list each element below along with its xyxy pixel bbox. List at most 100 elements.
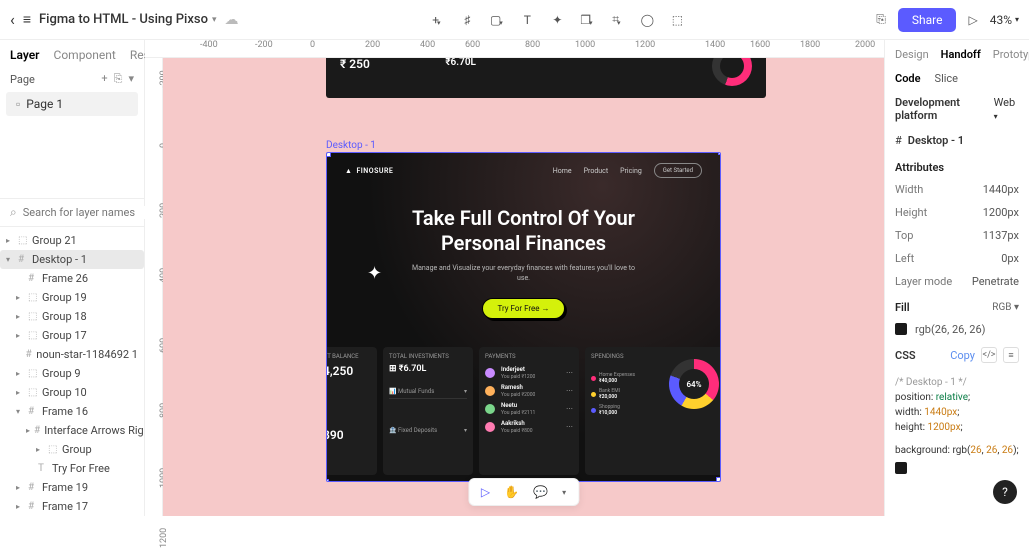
tab-layer[interactable]: Layer [10, 48, 40, 62]
css-header: CSS [895, 349, 916, 362]
page-item-label: Page 1 [26, 97, 63, 111]
fill-swatch[interactable] [895, 323, 907, 335]
layer-item[interactable]: ▸⬚Group 21 [0, 231, 144, 250]
try-free-button: Try For Free → [482, 298, 564, 319]
cloud-sync-icon[interactable]: ☁ [225, 12, 239, 28]
dev-platform-label: Development platform [895, 96, 994, 122]
payment-row: InderjeetYou paid ₹1200⋯ [485, 364, 573, 382]
frame-tool-icon[interactable]: ♯ [459, 12, 475, 28]
top-balance-val: ₹ 250 [340, 58, 395, 71]
card-spendings: SPENDINGS Home Expenses₹40,000Bank EMI₹2… [585, 347, 721, 475]
search-input[interactable] [23, 206, 163, 219]
page-header-label: Page [10, 73, 35, 86]
dashboard-cards: NT BALANCE 4,250 890 TOTAL INVESTMENTS ⊞… [327, 341, 720, 481]
floating-toolbar: ▷ ✋ 💬 ▾ [468, 478, 579, 506]
page-icon: ▫ [16, 97, 20, 111]
component-tool-icon[interactable]: ✦ [549, 12, 565, 28]
rectangle-tool-icon[interactable]: ▢▾ [489, 12, 505, 28]
tab-prototype[interactable]: Prototype [993, 48, 1029, 61]
play-icon[interactable]: ▷ [968, 13, 977, 27]
share-button[interactable]: Share [898, 8, 957, 32]
fill-mode-dropdown[interactable]: RGB ▾ [992, 302, 1019, 313]
payment-row: NeetuYou paid ₹2111⋯ [485, 400, 573, 418]
attribute-row: Layer modePenetrate [885, 270, 1029, 293]
back-icon[interactable]: ‹ [10, 10, 15, 29]
text-tool-icon[interactable]: T [519, 12, 535, 28]
site-nav: ▲ FINOSURE HomeProductPricingGet Started [327, 153, 720, 188]
layer-item[interactable]: ▸⬚Group 18 [0, 307, 144, 326]
site-logo: ▲ FINOSURE [345, 167, 393, 175]
more-tools-icon[interactable]: ▾ [562, 488, 566, 497]
css-code: /* Desktop - 1 */ position: relative; wi… [885, 369, 1029, 485]
menu-icon[interactable]: ≡ [23, 11, 31, 28]
copy-button[interactable]: Copy [950, 349, 975, 362]
page-item[interactable]: ▫ Page 1 [6, 92, 138, 116]
artboard-selected[interactable]: ▲ FINOSURE HomeProductPricingGet Started… [326, 152, 721, 482]
cursor-tool-icon[interactable]: ▷ [481, 485, 490, 499]
attributes-header: Attributes [885, 153, 1029, 178]
layer-item[interactable]: #Frame 26 [0, 269, 144, 288]
card-investments: TOTAL INVESTMENTS ⊞ ₹6.70L 📊 Mutual Fund… [383, 347, 473, 475]
subtab-code[interactable]: Code [895, 72, 921, 85]
css-swatch [895, 462, 907, 474]
ruler-horizontal: -400-20002004006008001000120014001600180… [145, 40, 884, 58]
crop-tool-icon[interactable]: ⬚ [669, 12, 685, 28]
zoom-dropdown[interactable]: 43%▾ [990, 13, 1019, 27]
ruler-vertical: -200020040060080010001200 [145, 58, 163, 516]
layer-search: ⌕ ⇅ [0, 198, 144, 227]
attribute-row: Height1200px [885, 201, 1029, 224]
frame-icon: # [895, 134, 902, 147]
resize-handle[interactable] [718, 152, 721, 155]
tab-handoff[interactable]: Handoff [941, 48, 981, 61]
dev-platform-dropdown[interactable]: Web ▾ [994, 96, 1019, 122]
add-tool-icon[interactable]: +▾ [429, 12, 445, 28]
ellipse-tool-icon[interactable]: ◯ [639, 12, 655, 28]
attribute-row: Top1137px [885, 224, 1029, 247]
list-view-icon[interactable]: ≡ [1003, 347, 1019, 363]
nav-link: Home [553, 167, 572, 175]
subtab-slice[interactable]: Slice [935, 72, 958, 85]
spending-row: Shopping₹10,000 [591, 402, 661, 418]
layer-item[interactable]: ▸⬚Group 17 [0, 326, 144, 345]
top-toolbar: ‹ ≡ Figma to HTML - Using Pixso ▾ ☁ +▾ ♯… [0, 0, 1029, 40]
layer-item[interactable]: #noun-star-1184692 1 [0, 345, 144, 364]
layer-item[interactable]: ▸#Frame 19 [0, 478, 144, 497]
layer-item[interactable]: ▸⬚Group [0, 440, 144, 459]
tool-group: +▾ ♯ ▢▾ T ✦ ❐▾ ⌗▾ ◯ ⬚ [239, 12, 877, 28]
page-copy-icon[interactable]: ⎘ [114, 72, 123, 86]
star-decoration-icon: ✦ [367, 263, 382, 284]
add-page-icon[interactable]: + [101, 72, 107, 86]
comment-tool-icon[interactable]: 💬 [533, 485, 548, 499]
spending-row: Bank EMI₹20,000 [591, 386, 661, 402]
layer-item[interactable]: ▸#Frame 17 [0, 497, 144, 516]
browser-icon[interactable]: ⎘ [876, 12, 886, 27]
layer-item[interactable]: TTry For Free [0, 459, 144, 478]
layer-item[interactable]: ▸#Interface Arrows Right ... [0, 421, 144, 440]
stage[interactable]: ACCOUNT BALANCE ₹ 250 TOTAL INVESTMENTS … [163, 58, 884, 516]
layer-tree: ▸⬚Group 21▾#Desktop - 1#Frame 26▸⬚Group … [0, 227, 144, 516]
code-view-icon[interactable]: </> [981, 347, 997, 363]
nav-link: Pricing [620, 167, 642, 175]
hero-title: Take Full Control Of Your Personal Finan… [327, 206, 720, 256]
frame-label[interactable]: Desktop - 1 [326, 140, 376, 151]
card-balance: NT BALANCE 4,250 890 [326, 347, 377, 475]
layer-item[interactable]: ▸⬚Group 10 [0, 383, 144, 402]
layer-item[interactable]: ▸⬚Group 9 [0, 364, 144, 383]
layer-item[interactable]: ▸⬚Group 19 [0, 288, 144, 307]
tab-design[interactable]: Design [895, 48, 929, 61]
hand-tool-icon[interactable]: ✋ [504, 485, 519, 499]
file-title[interactable]: Figma to HTML - Using Pixso ▾ [39, 12, 217, 27]
page-collapse-icon[interactable]: ▾ [128, 72, 134, 86]
boolean-tool-icon[interactable]: ⌗▾ [609, 12, 625, 28]
attribute-row: Width1440px [885, 178, 1029, 201]
layer-item[interactable]: ▾#Frame 16 [0, 402, 144, 421]
nav-cta: Get Started [654, 163, 702, 178]
help-fab[interactable]: ? [993, 480, 1017, 504]
selected-frame-name: Desktop - 1 [908, 134, 964, 147]
group-tool-icon[interactable]: ❐▾ [579, 12, 595, 28]
tab-component[interactable]: Component [54, 48, 116, 62]
left-panel: Layer Component Resource Page + ⎘ ▾ ▫ Pa… [0, 40, 145, 516]
layer-item[interactable]: ▾#Desktop - 1 [0, 250, 144, 269]
logo-mark-icon: ▲ [345, 167, 352, 175]
hero-subtitle: Manage and Visualize your everyday finan… [327, 264, 720, 284]
